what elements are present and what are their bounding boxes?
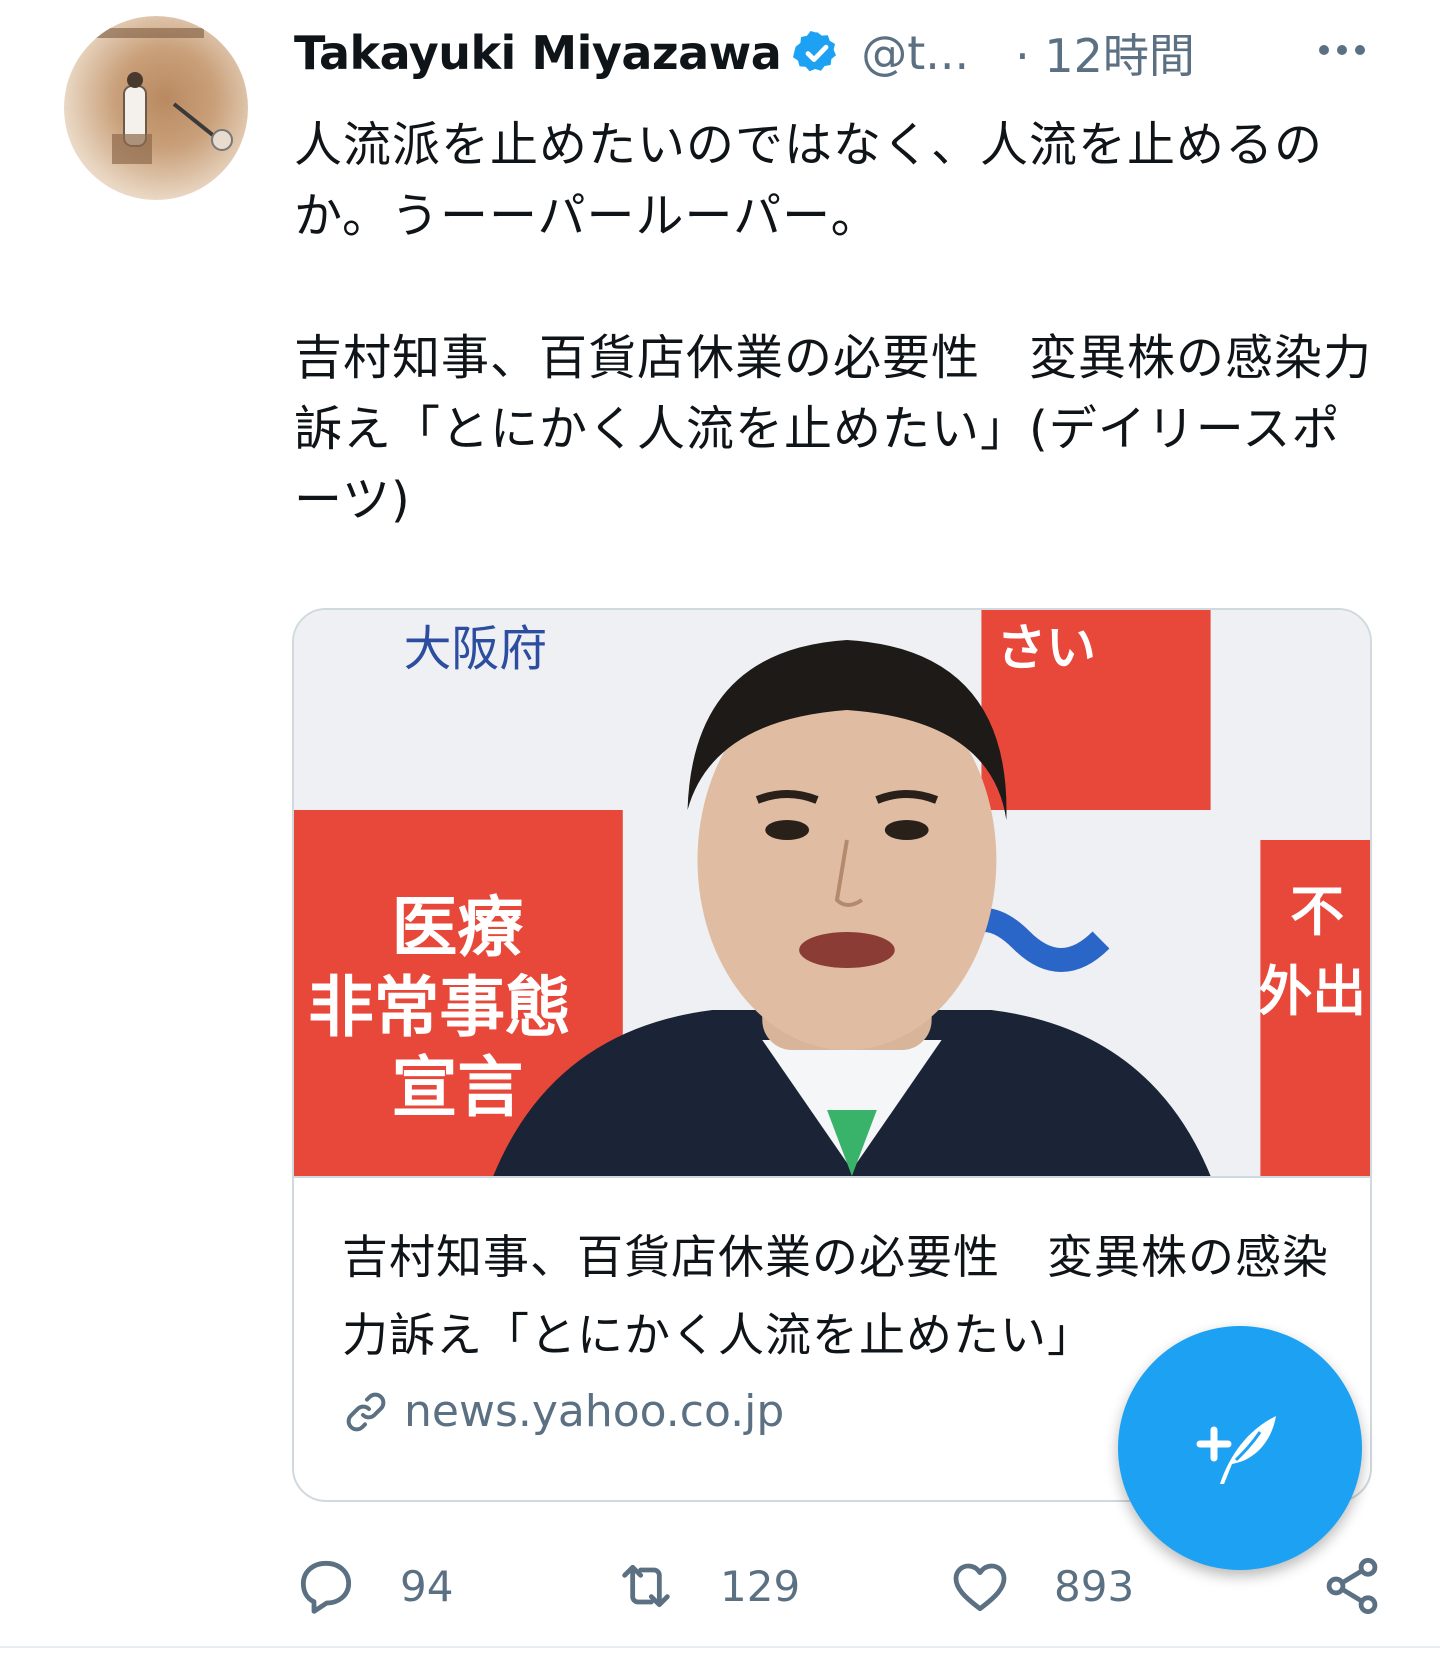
link-icon [346, 1392, 386, 1431]
verified-badge-icon [793, 31, 837, 72]
author-name[interactable]: Takayuki Miyazawa [294, 26, 782, 80]
image-sign-line: 非常事態 [308, 969, 571, 1046]
like-icon [953, 1563, 1007, 1612]
compose-button[interactable] [1118, 1326, 1362, 1570]
retweet-count: 129 [720, 1561, 801, 1611]
image-sign-line: 外出 [1258, 960, 1366, 1023]
author-avatar[interactable] [64, 16, 248, 200]
tweet-paragraph: 人流派を止めたいのではなく、人流を止めるのか。うーーパールーパー。 [294, 117, 1324, 244]
divider [0, 1646, 1440, 1648]
compose-icon [1196, 1416, 1276, 1484]
like-count: 893 [1054, 1561, 1135, 1611]
image-sign-line: 不 [1290, 880, 1344, 943]
card-image: 大阪府 さい 医療 非常事態 宣言 不 外出 [294, 610, 1370, 1176]
image-sign-line: 医療 [392, 889, 524, 966]
tweet-text: 人流派を止めたいのではなく、人流を止めるのか。うーーパールーパー。 吉村知事、百… [294, 110, 1374, 536]
share-icon[interactable] [1320, 1554, 1384, 1618]
image-sign-top-left: 大阪府 [404, 622, 547, 677]
reply-button[interactable]: 94 [294, 1554, 453, 1618]
image-sign-top-right: さい [996, 619, 1096, 677]
like-button[interactable]: 893 [948, 1554, 1134, 1618]
retweet-icon [622, 1564, 670, 1608]
tweet-timestamp[interactable]: · 12時間 [1015, 20, 1195, 86]
avatar-illustration [94, 28, 233, 164]
card-domain-text: news.yahoo.co.jp [404, 1386, 785, 1437]
retweet-button[interactable]: 129 [614, 1554, 800, 1618]
tweet-paragraph: 吉村知事、百貨店休業の必要性 変異株の感染力訴え「とにかく人流を止めたい」(デイ… [294, 330, 1373, 528]
reply-count: 94 [400, 1561, 454, 1611]
reply-icon [300, 1560, 352, 1614]
tweet-header: Takayuki Miyazawa @t... · 12時間 [294, 18, 1400, 88]
author-handle[interactable]: @t... [861, 26, 969, 80]
image-sign-line: 宣言 [392, 1049, 523, 1126]
more-icon[interactable] [1314, 30, 1370, 70]
tweet-actions: 94 129 893 [294, 1554, 1384, 1630]
card-divider [294, 1176, 1370, 1178]
